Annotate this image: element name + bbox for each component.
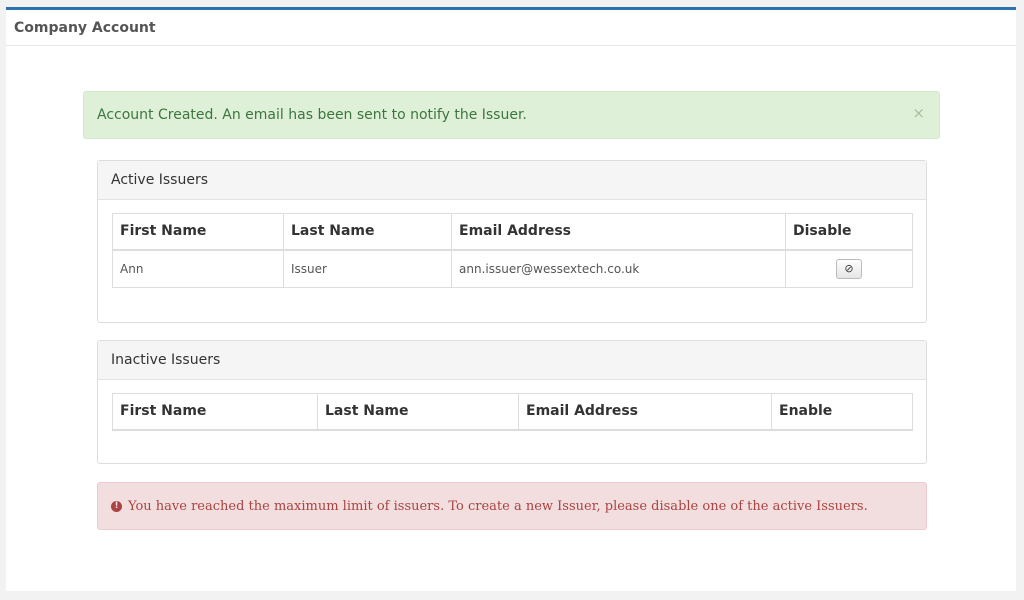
column-header-last-name[interactable]: Last Name: [283, 213, 452, 251]
close-icon[interactable]: ×: [912, 104, 925, 122]
disable-button[interactable]: ⊘: [836, 258, 862, 279]
column-header-last-name[interactable]: Last Name: [317, 393, 519, 431]
active-issuers-panel: Active Issuers First Name Last Name Emai…: [97, 160, 927, 323]
inactive-issuers-heading: Inactive Issuers: [98, 341, 926, 380]
limit-warning-alert: ! You have reached the maximum limit of …: [97, 482, 927, 530]
ban-icon: ⊘: [844, 261, 854, 275]
active-issuers-table: First Name Last Name Email Address Disab…: [112, 213, 913, 288]
limit-warning-message: You have reached the maximum limit of is…: [128, 498, 868, 514]
exclamation-circle-icon: !: [111, 500, 122, 512]
column-header-enable: Enable: [771, 393, 913, 431]
column-header-first-name[interactable]: First Name: [112, 393, 318, 431]
active-issuers-heading: Active Issuers: [98, 161, 926, 200]
column-header-email[interactable]: Email Address: [451, 213, 786, 251]
table-header-row: First Name Last Name Email Address Disab…: [112, 213, 913, 251]
cell-disable: ⊘: [785, 249, 913, 288]
inactive-issuers-panel: Inactive Issuers First Name Last Name Em…: [97, 340, 927, 464]
column-header-email[interactable]: Email Address: [518, 393, 772, 431]
page-title: Company Account: [6, 10, 1016, 46]
column-header-disable: Disable: [785, 213, 913, 251]
cell-email: ann.issuer@wessextech.co.uk: [451, 249, 786, 288]
inactive-issuers-table: First Name Last Name Email Address Enabl…: [112, 393, 913, 431]
main-frame: Company Account Account Created. An emai…: [6, 7, 1016, 591]
success-alert: Account Created. An email has been sent …: [83, 91, 940, 139]
column-header-first-name[interactable]: First Name: [112, 213, 284, 251]
cell-last-name: Issuer: [283, 249, 452, 288]
table-header-row: First Name Last Name Email Address Enabl…: [112, 393, 913, 431]
cell-first-name: Ann: [112, 249, 284, 288]
success-alert-message: Account Created. An email has been sent …: [97, 107, 527, 123]
table-row: Ann Issuer ann.issuer@wessextech.co.uk ⊘: [112, 249, 913, 288]
